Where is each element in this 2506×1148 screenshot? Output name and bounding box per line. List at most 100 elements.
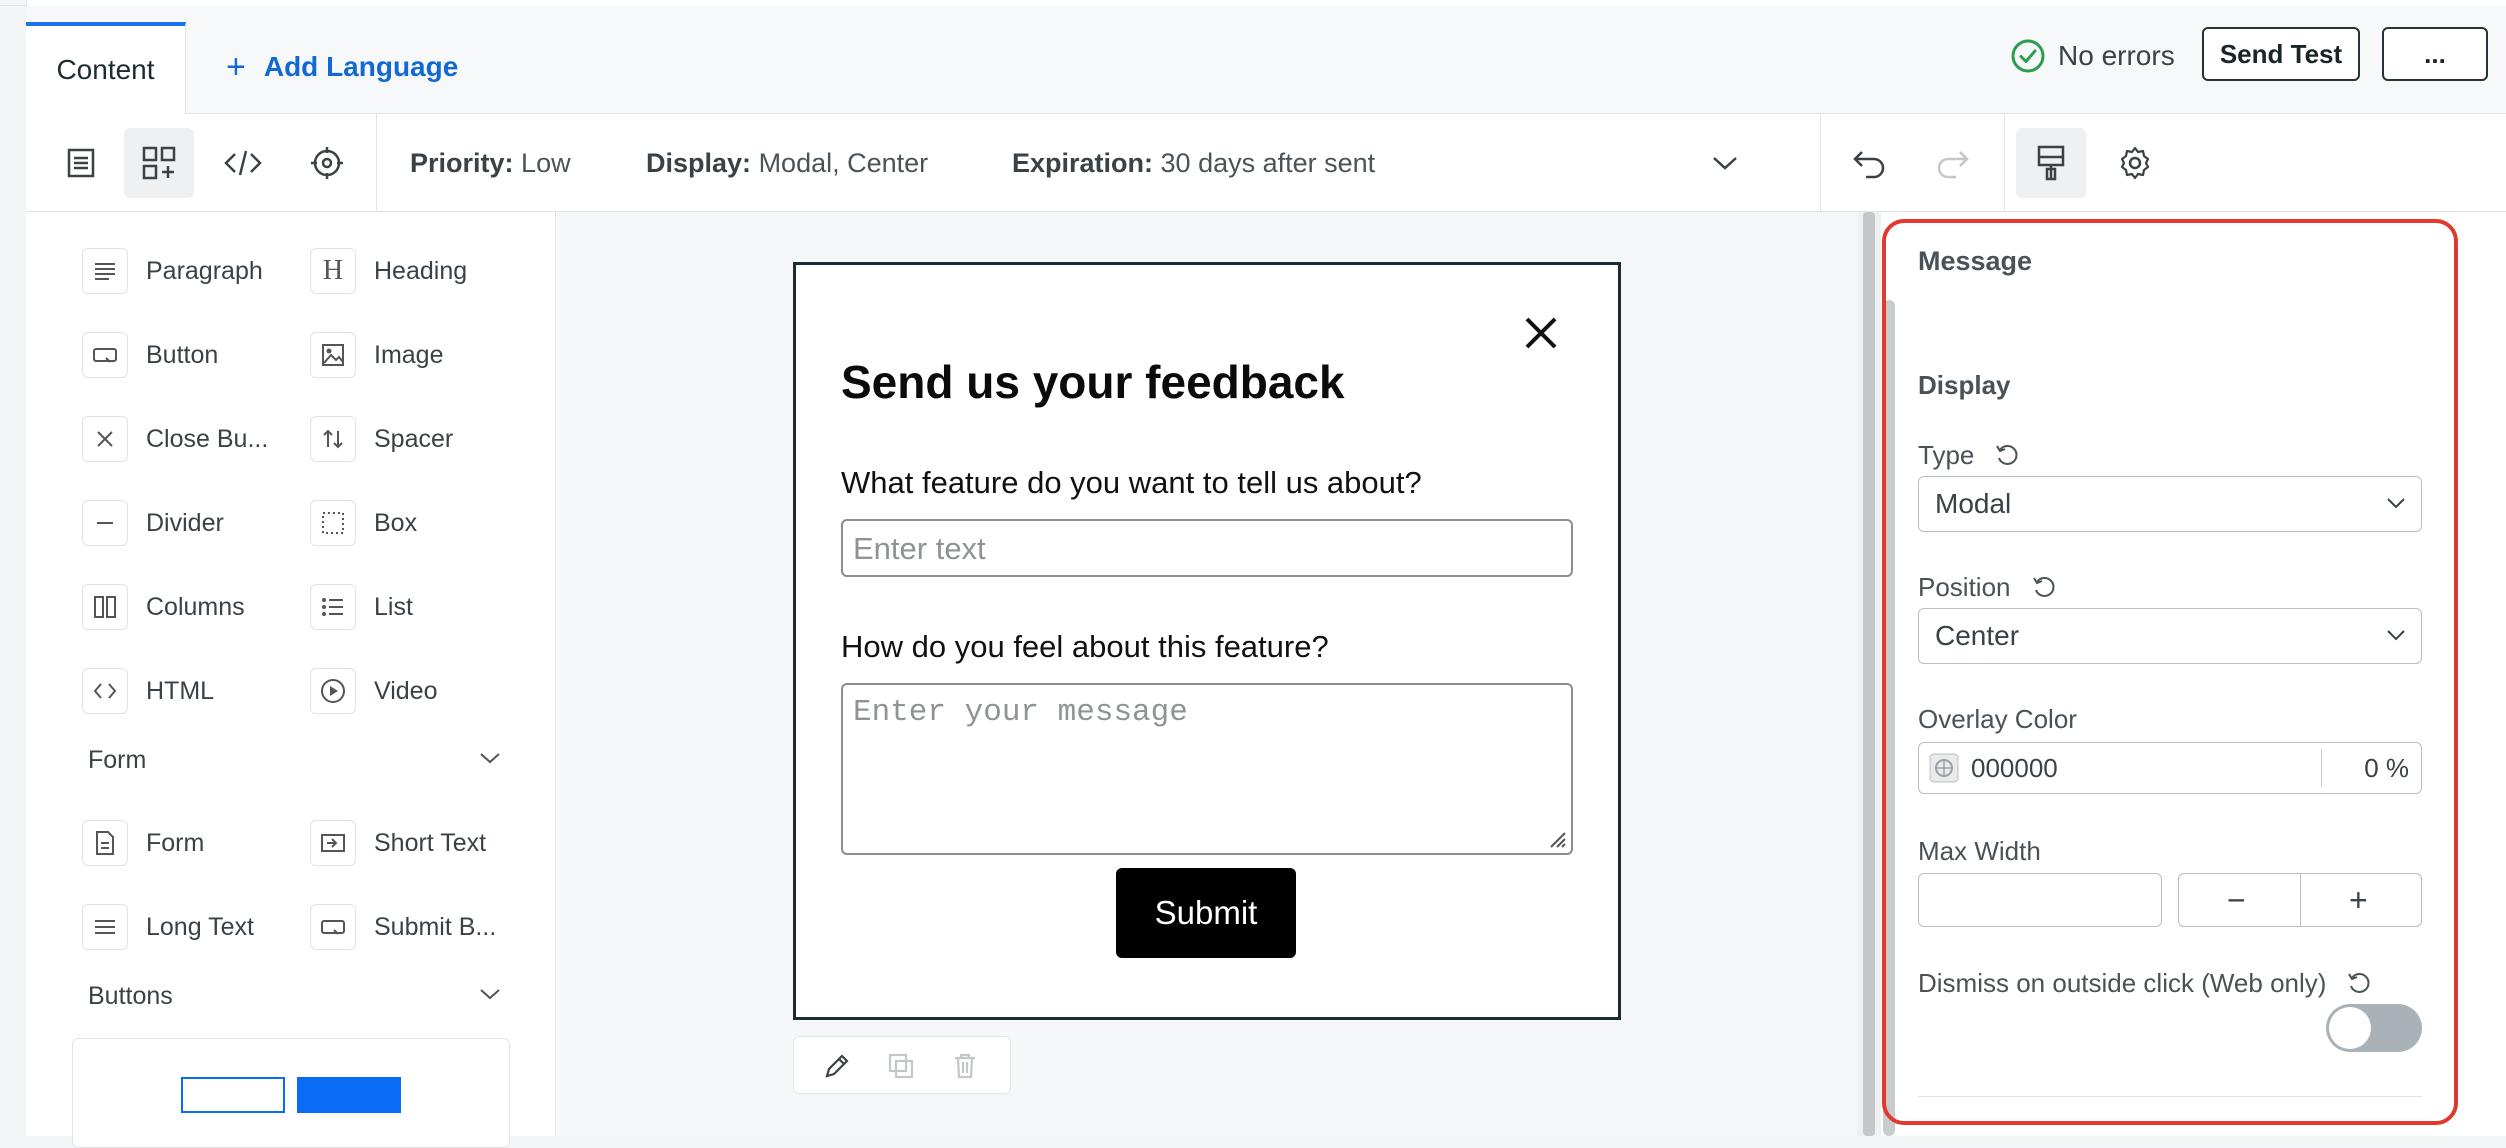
duplicate-icon[interactable] xyxy=(886,1051,916,1086)
buttons-section-header[interactable]: Buttons xyxy=(88,982,173,1011)
plus-icon[interactable]: + xyxy=(2349,882,2368,919)
divider-icon xyxy=(82,500,128,546)
color-swatch-icon[interactable] xyxy=(1929,753,1959,783)
priority-info: Priority: Low xyxy=(410,148,571,178)
box-icon xyxy=(310,500,356,546)
chevron-down-icon[interactable] xyxy=(478,750,502,766)
component-close-button[interactable]: Close Bu... xyxy=(82,416,268,462)
chevron-down-icon xyxy=(2387,498,2405,509)
component-divider[interactable]: Divider xyxy=(82,500,224,546)
lines-icon xyxy=(82,904,128,950)
document-icon[interactable] xyxy=(46,128,116,198)
question-2-label: How do you feel about this feature? xyxy=(841,629,1329,664)
max-width-input[interactable] xyxy=(1918,873,2162,927)
settings-divider xyxy=(1918,1096,2422,1097)
validation-status: No errors xyxy=(2010,38,2175,74)
max-width-stepper: − + xyxy=(2178,873,2422,927)
add-language-button[interactable]: + Add Language xyxy=(226,50,458,84)
code-brackets-icon xyxy=(82,668,128,714)
tab-content[interactable]: Content xyxy=(26,22,186,114)
settings-heading: Message xyxy=(1918,246,2033,276)
overlay-hex-input[interactable]: 000000 xyxy=(1971,753,2058,784)
button-icon xyxy=(82,332,128,378)
expiration-info: Expiration: 30 days after sent xyxy=(1012,148,1376,178)
close-icon[interactable] xyxy=(1523,315,1559,356)
canvas-scrollbar[interactable] xyxy=(1857,212,1881,1136)
feedback-modal[interactable]: Send us your feedback What feature do yo… xyxy=(793,262,1621,1020)
chevron-down-icon xyxy=(2387,630,2405,641)
list-icon xyxy=(310,584,356,630)
add-language-label: Add Language xyxy=(263,51,459,82)
form-section-header[interactable]: Form xyxy=(88,746,146,775)
component-paragraph[interactable]: Paragraph xyxy=(82,248,263,294)
overlay-color-field[interactable]: 000000 0 % xyxy=(1918,742,2422,794)
component-columns[interactable]: Columns xyxy=(82,584,245,630)
no-errors-label: No errors xyxy=(2058,40,2175,71)
position-select[interactable]: Center xyxy=(1918,608,2422,664)
plus-icon: + xyxy=(226,48,246,86)
expand-chevron-icon[interactable] xyxy=(1690,128,1760,198)
close-icon xyxy=(82,416,128,462)
component-form[interactable]: Form xyxy=(82,820,204,866)
spacer-icon xyxy=(310,416,356,462)
input-icon xyxy=(310,820,356,866)
trash-icon[interactable] xyxy=(950,1051,980,1086)
play-icon xyxy=(310,668,356,714)
minus-icon[interactable]: − xyxy=(2227,882,2246,919)
reset-icon[interactable] xyxy=(1994,442,2022,470)
reset-icon[interactable] xyxy=(2031,574,2059,602)
component-submit-button[interactable]: Submit B... xyxy=(310,904,496,950)
dismiss-toggle[interactable] xyxy=(2326,1004,2422,1052)
display-heading: Display xyxy=(1918,370,2011,400)
feature-text-input[interactable]: Enter text xyxy=(841,519,1573,577)
submit-button-icon xyxy=(310,904,356,950)
reset-icon[interactable] xyxy=(2346,970,2374,998)
check-circle-icon xyxy=(2011,39,2045,73)
columns-icon xyxy=(82,584,128,630)
component-button[interactable]: Button xyxy=(82,332,218,378)
gear-icon[interactable] xyxy=(2100,128,2170,198)
component-image[interactable]: Image xyxy=(310,332,443,378)
max-width-label: Max Width xyxy=(1918,836,2041,866)
component-html[interactable]: HTML xyxy=(82,668,214,714)
image-icon xyxy=(310,332,356,378)
overlay-opacity-input[interactable]: 0 % xyxy=(2364,753,2409,784)
component-short-text[interactable]: Short Text xyxy=(310,820,486,866)
button-style-preview[interactable] xyxy=(72,1038,510,1148)
components-panel: Paragraph H Heading Button Image Close B… xyxy=(26,212,556,1148)
component-list[interactable]: List xyxy=(310,584,413,630)
resize-handle-icon[interactable] xyxy=(1545,827,1567,849)
editor-toolbar: Priority: Low Display: Modal, Center Exp… xyxy=(26,114,2506,212)
paragraph-icon xyxy=(82,248,128,294)
style-panel-icon[interactable] xyxy=(2016,128,2086,198)
outline-button-preview[interactable] xyxy=(181,1077,285,1113)
chevron-down-icon[interactable] xyxy=(478,986,502,1002)
component-box[interactable]: Box xyxy=(310,500,417,546)
blocks-icon[interactable] xyxy=(124,128,194,198)
pencil-icon[interactable] xyxy=(822,1051,852,1086)
component-video[interactable]: Video xyxy=(310,668,438,714)
message-canvas: Send us your feedback What feature do yo… xyxy=(557,212,1857,1136)
component-heading[interactable]: H Heading xyxy=(310,248,467,294)
position-label: Position xyxy=(1918,572,2059,603)
message-textarea[interactable]: Enter your message xyxy=(841,683,1573,855)
redo-icon[interactable] xyxy=(1918,128,1988,198)
filled-button-preview[interactable] xyxy=(297,1077,401,1113)
submit-button[interactable]: Submit xyxy=(1116,868,1296,958)
target-icon[interactable] xyxy=(292,128,362,198)
question-1-label: What feature do you want to tell us abou… xyxy=(841,465,1422,500)
undo-icon[interactable] xyxy=(1834,128,1904,198)
send-test-button[interactable]: Send Test xyxy=(2202,27,2360,81)
component-long-text[interactable]: Long Text xyxy=(82,904,254,950)
dismiss-label: Dismiss on outside click (Web only) xyxy=(1918,968,2374,999)
type-select[interactable]: Modal xyxy=(1918,476,2422,532)
heading-icon: H xyxy=(310,248,356,294)
block-actions-toolbar xyxy=(793,1036,1011,1094)
code-icon[interactable] xyxy=(208,128,278,198)
more-options-button[interactable]: ... xyxy=(2382,27,2488,81)
modal-heading: Send us your feedback xyxy=(841,356,1345,408)
component-spacer[interactable]: Spacer xyxy=(310,416,453,462)
overlay-color-label: Overlay Color xyxy=(1918,704,2077,734)
type-label: Type xyxy=(1918,440,2022,471)
display-info: Display: Modal, Center xyxy=(646,148,929,178)
